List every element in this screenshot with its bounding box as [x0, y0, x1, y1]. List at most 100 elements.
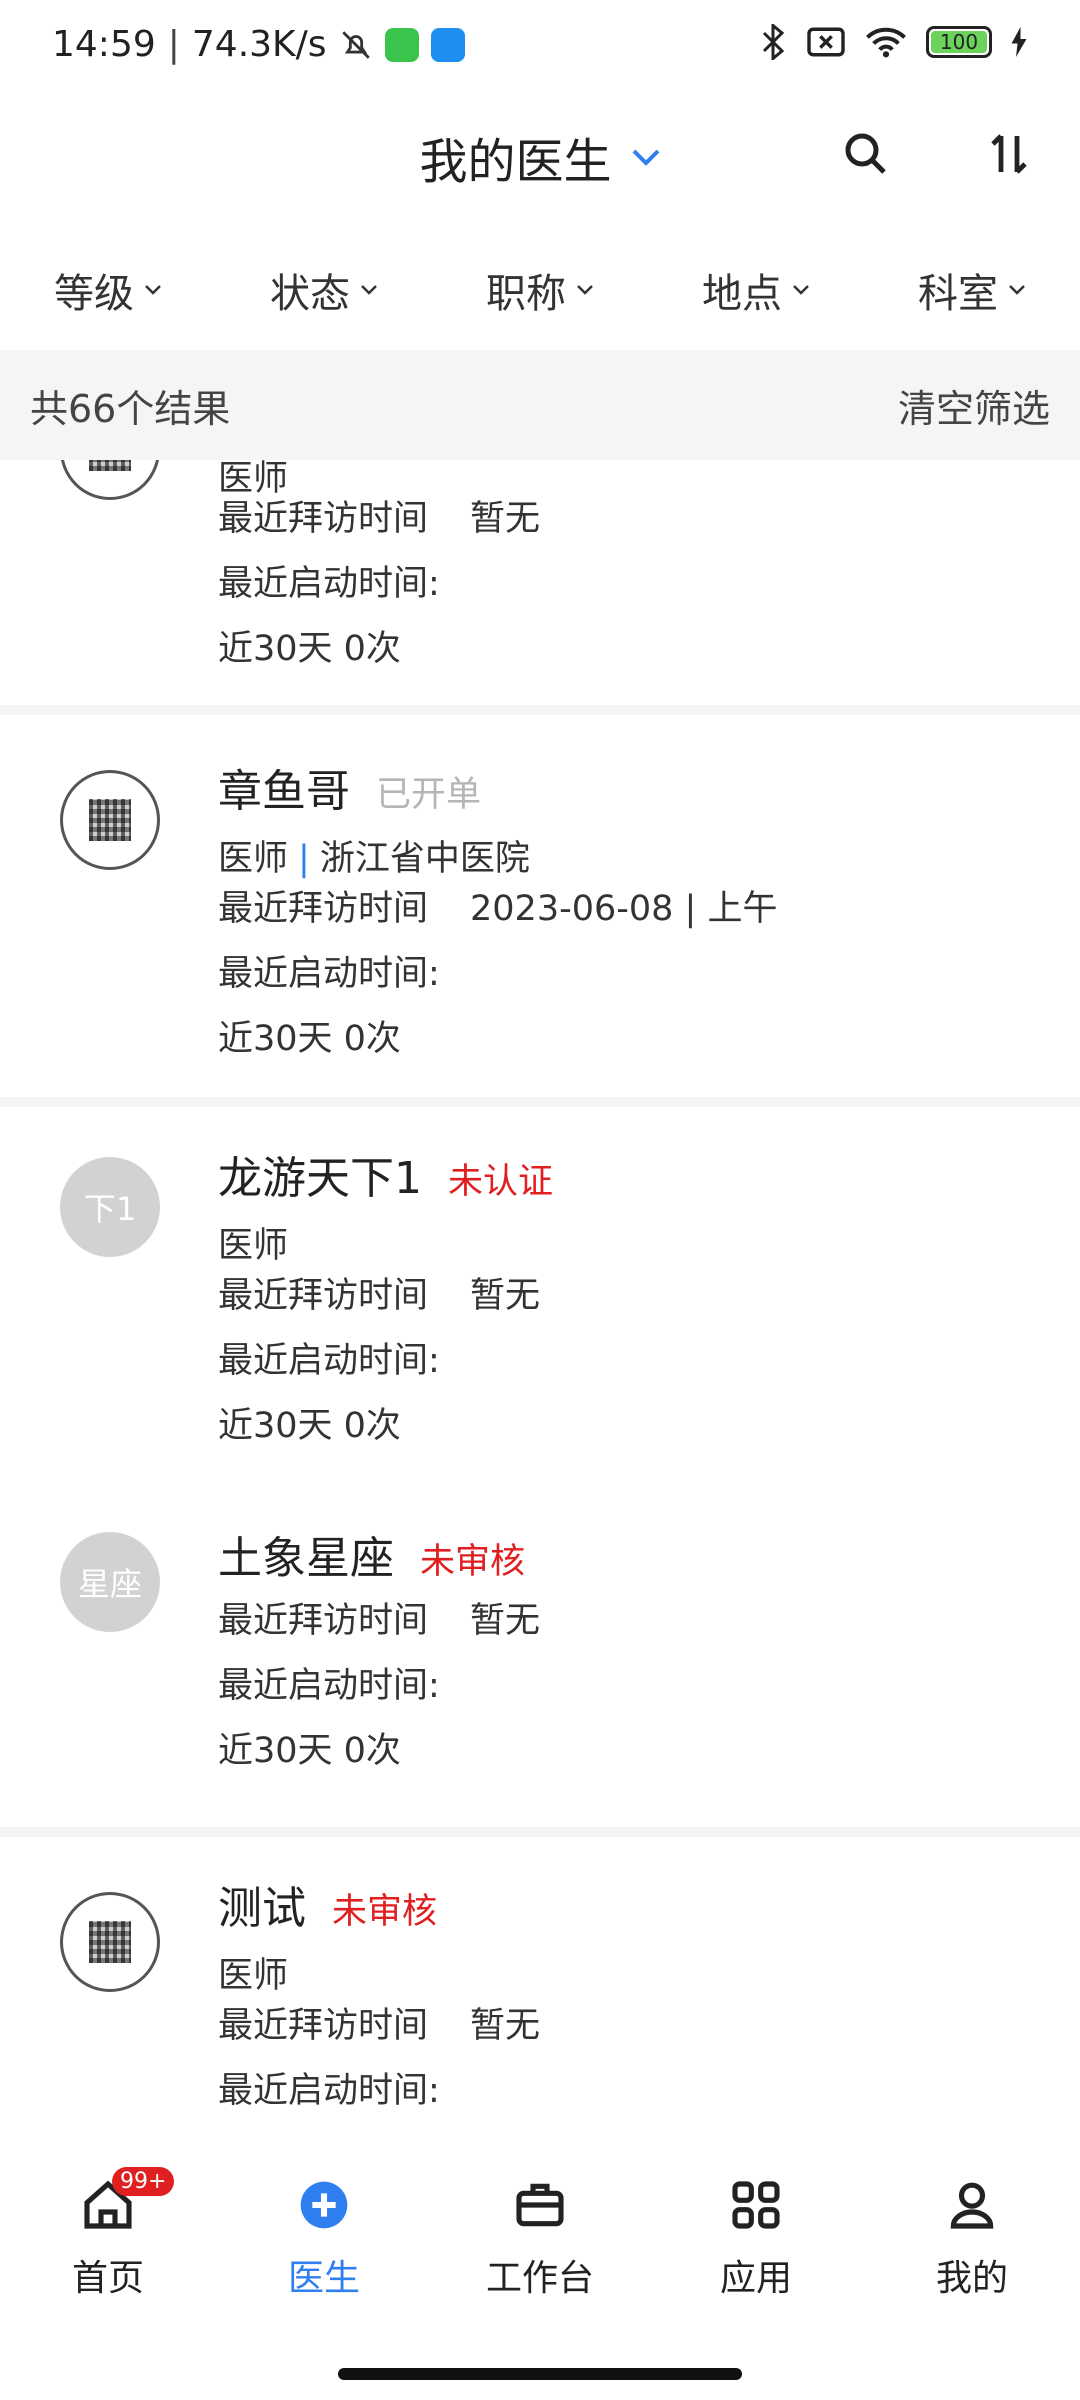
visit-label: 最近拜访时间 [218, 1601, 429, 1641]
nav-label: 医生 [287, 2258, 360, 2299]
wechat-app-icon [384, 27, 419, 62]
clear-filter-button[interactable]: 清空筛选 [898, 378, 1050, 433]
visit-value: 暂无 [470, 2006, 541, 2046]
qr-code-image [89, 1921, 131, 1963]
filter-level[interactable]: 等级 [0, 240, 216, 340]
doctor-name: 测试 [218, 1883, 306, 1934]
doctor-avatar [60, 1892, 160, 1992]
doctor-avatar: 星座 [60, 1532, 160, 1632]
profile-icon [942, 2175, 1002, 2235]
chevron-down-icon [793, 285, 809, 295]
doctor-title: 医师 [218, 839, 289, 879]
nav-home[interactable]: 99+ 首页 [0, 2165, 216, 2305]
bluetooth-icon [762, 24, 785, 60]
doctor-avatar [60, 460, 160, 500]
launch-stats: 近30天 0次 [218, 1019, 401, 1059]
doctor-list: 医师 最近拜访时间 暂无 最近启动时间: 近30天 0次 章鱼哥 已开单 医师 | 浙江… [0, 460, 1080, 2150]
nav-apps[interactable]: 应用 [648, 2165, 864, 2305]
doctor-avatar: 下1 [60, 1157, 160, 1257]
wifi-icon [866, 27, 906, 58]
nav-doctor[interactable]: 医生 [216, 2165, 432, 2305]
doctor-card[interactable]: 下1 龙游天下1 未认证 医师 最近拜访时间 暂无 最近启动时间: 近30天 0次 [0, 1107, 1080, 1487]
launch-stats: 近30天 0次 [218, 1406, 401, 1446]
doctor-name: 土象星座 [218, 1533, 394, 1584]
chevron-down-icon [577, 285, 593, 295]
separator: | [298, 839, 310, 879]
results-count: 共66个结果 [30, 386, 231, 431]
network-speed: 74.3K/s [191, 24, 327, 65]
sort-icon[interactable] [985, 130, 1033, 178]
doctor-hospital: 浙江省中医院 [319, 839, 530, 879]
launch-label: 最近启动时间: [218, 564, 440, 604]
doctor-card[interactable]: 测试 未审核 医师 最近拜访时间 暂无 最近启动时间: [0, 1837, 1080, 2150]
filter-label: 地点 [702, 271, 782, 317]
dingtalk-app-icon [430, 27, 465, 62]
search-icon[interactable] [842, 130, 890, 178]
visit-label: 最近拜访时间 [218, 499, 429, 539]
filter-label: 等级 [54, 271, 134, 317]
status-time: 14:59 [52, 24, 156, 65]
nav-workbench[interactable]: 工作台 [432, 2165, 648, 2305]
home-indicator[interactable] [338, 2368, 742, 2380]
status-tag: 已开单 [376, 775, 482, 815]
launch-label: 最近启动时间: [218, 1666, 440, 1706]
launch-stats: 近30天 0次 [218, 1731, 401, 1771]
chevron-down-icon [361, 285, 377, 295]
nav-label: 应用 [719, 2258, 792, 2299]
status-bar: 14:59 | 74.3K/s 100 [0, 0, 1080, 100]
visit-label: 最近拜访时间 [218, 1276, 429, 1316]
visit-value: 暂无 [470, 499, 541, 539]
visit-value: 2023-06-08 | 上午 [470, 889, 778, 929]
chevron-down-icon [145, 285, 161, 295]
doctor-card[interactable]: 医师 最近拜访时间 暂无 最近启动时间: 近30天 0次 [0, 460, 1080, 700]
card-divider [0, 1097, 1080, 1107]
avatar-text: 星座 [77, 1565, 142, 1603]
card-divider [0, 1827, 1080, 1837]
doctor-name: 章鱼哥 [218, 766, 350, 817]
doctor-plus-icon [294, 2175, 354, 2235]
avatar-text: 下1 [83, 1190, 137, 1228]
doctor-card[interactable]: 章鱼哥 已开单 医师 | 浙江省中医院 最近拜访时间 2023-06-08 | 上午 最… [0, 715, 1080, 1095]
visit-value: 暂无 [470, 1276, 541, 1316]
battery-level: 100 [931, 30, 987, 54]
visit-label: 最近拜访时间 [218, 2006, 429, 2046]
results-bar: 共66个结果 清空筛选 [0, 350, 1080, 460]
filter-label: 科室 [918, 271, 998, 317]
briefcase-icon [510, 2175, 570, 2235]
page-title: 我的医生 [419, 134, 612, 190]
filter-department[interactable]: 科室 [864, 240, 1080, 340]
status-tag: 未审核 [420, 1542, 526, 1582]
chevron-down-icon [632, 149, 659, 166]
nav-label: 首页 [71, 2258, 144, 2299]
launch-label: 最近启动时间: [218, 954, 440, 994]
status-left: 14:59 | 74.3K/s [52, 24, 465, 65]
doctor-avatar [60, 770, 160, 870]
filter-status[interactable]: 状态 [216, 240, 432, 340]
doctor-card[interactable]: 星座 土象星座 未审核 最近拜访时间 暂无 最近启动时间: 近30天 0次 [0, 1487, 1080, 1827]
status-divider: | [167, 24, 180, 65]
visit-value: 暂无 [470, 1601, 541, 1641]
qr-code-image [89, 460, 131, 471]
sim-off-icon [807, 27, 845, 57]
battery-icon: 100 [926, 26, 992, 58]
charging-bolt-icon [1011, 27, 1027, 57]
nav-label: 我的 [935, 2258, 1008, 2299]
title-dropdown[interactable]: 我的医生 [0, 122, 1080, 192]
status-tag: 未认证 [448, 1162, 554, 1202]
filter-location[interactable]: 地点 [648, 240, 864, 340]
filter-title[interactable]: 职称 [432, 240, 648, 340]
notification-badge: 99+ [112, 2167, 175, 2196]
app-header: 我的医生 [0, 100, 1080, 210]
nav-label: 工作台 [485, 2258, 594, 2299]
status-right: 100 [758, 24, 1028, 60]
nav-profile[interactable]: 我的 [864, 2165, 1080, 2305]
apps-grid-icon [726, 2175, 786, 2235]
card-divider [0, 705, 1080, 715]
qr-code-image [89, 799, 131, 841]
chevron-down-icon [1009, 285, 1025, 295]
launch-stats: 近30天 0次 [218, 629, 401, 669]
doctor-name: 龙游天下1 [218, 1153, 422, 1204]
filter-bar: 等级 状态 职称 地点 科室 [0, 240, 1080, 340]
bell-muted-icon [341, 30, 370, 59]
doctor-title: 医师 [218, 1956, 289, 1996]
